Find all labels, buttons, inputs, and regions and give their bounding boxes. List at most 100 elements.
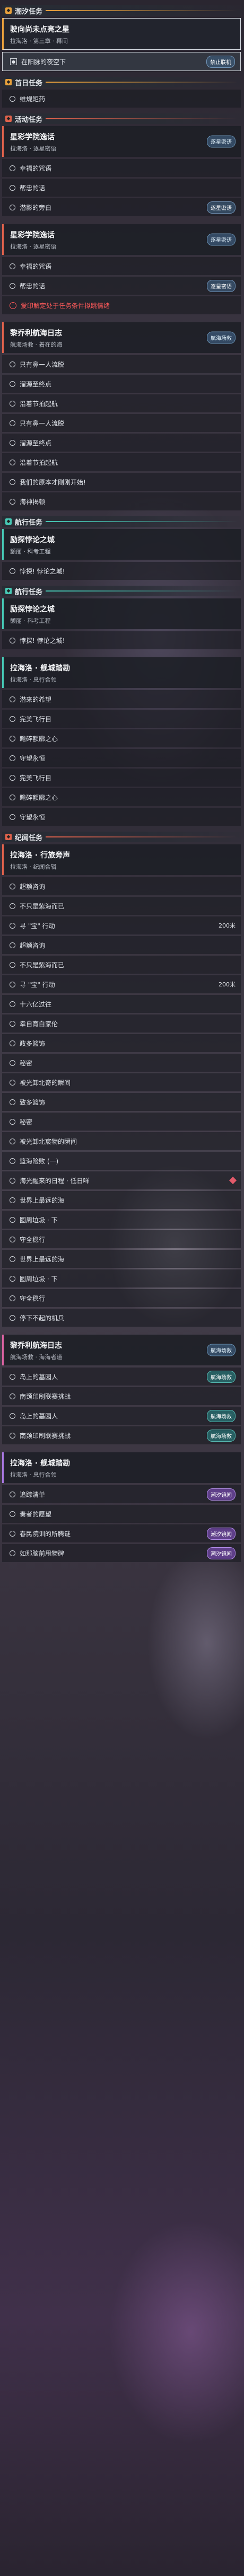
step-label: 奏者的愿望 — [20, 1510, 52, 1518]
quest-step-item[interactable]: 被光卸北奇的瞬间 — [2, 1073, 241, 1091]
quest-event-tag[interactable]: 航海场救 — [207, 331, 236, 344]
quest-step-item[interactable]: 维规矩药 — [2, 90, 241, 108]
section-header[interactable]: ◆ 航行任务 — [2, 516, 241, 527]
quest-step-item[interactable]: 春民院训的所腾谜 潮汐镜闻 — [2, 1524, 241, 1542]
quest-card[interactable]: 驶向尚未点亮之星 拉海洛 · 第三章 · 幕间 — [2, 18, 241, 50]
step-tag-button[interactable]: 逐星密语 — [207, 279, 236, 292]
step-ring-icon — [10, 479, 15, 485]
quest-step-item[interactable]: 致多篮饰 — [2, 1093, 241, 1111]
quest-step-item[interactable]: 不只是紫海而已 — [2, 956, 241, 974]
quest-card[interactable]: 星彩学院逸话 拉海洛 · 逐星密语 逐星密语 — [2, 126, 241, 157]
quest-step-item[interactable]: 帮忠的话 — [2, 179, 241, 197]
quest-step-item[interactable]: 不只是紫海而已 — [2, 897, 241, 915]
step-ring-icon — [10, 1060, 15, 1066]
quest-card[interactable]: 黎乔利航海日志 航海场救 · 着在的海 航海场救 — [2, 322, 241, 353]
quest-step-item[interactable]: 瞻碎额廓之心 — [2, 788, 241, 806]
quest-step-item[interactable]: ! 爱印解定处于任务条件拟跳情绪 — [2, 296, 241, 314]
step-label: 溜源至终点 — [20, 439, 52, 447]
quest-card[interactable]: 拉海洛 · 舰城踏勘 拉海洛 · 息行合领 — [2, 657, 241, 688]
quest-step-item[interactable]: 幸自育白家伦 — [2, 1014, 241, 1033]
step-ring-icon — [10, 774, 15, 781]
quest-step-item[interactable]: 溜源至终点 — [2, 375, 241, 393]
step-tag-button[interactable]: 潮汐镜闻 — [207, 1547, 236, 1559]
step-label: 政多篮饰 — [20, 1039, 46, 1047]
step-ring-icon — [10, 1177, 15, 1184]
quest-step-item[interactable]: 被光卸北宸物的瞬间 — [2, 1132, 241, 1150]
quest-step-item[interactable]: 岛上的墓园人 航海场救 — [2, 1368, 241, 1386]
step-tag-button[interactable]: 航海场救 — [207, 1429, 236, 1442]
quest-card[interactable]: 拉海洛 · 行旅旁声 拉海洛 · 纪闻合辑 — [2, 844, 241, 875]
step-tag-button[interactable]: 禁止联机 — [206, 55, 235, 68]
quest-event-tag[interactable]: 逐星密语 — [207, 233, 236, 246]
quest-step-item[interactable]: 寻 "宝" 行动 200米 — [2, 916, 241, 934]
quest-step-item[interactable]: 悖探! 悖论之城! — [2, 631, 241, 649]
quest-step-item[interactable]: 守全稳行 — [2, 1289, 241, 1307]
quest-step-item[interactable]: 篮海险败 (一) — [2, 1152, 241, 1170]
quest-step-item[interactable]: 只有鼻一人流脱 — [2, 355, 241, 373]
quest-step-item[interactable]: 超额咨询 — [2, 936, 241, 954]
quest-card[interactable]: 黎乔利航海日志 航海场救 · 海海者道 航海场救 — [2, 1335, 241, 1365]
quest-step-item[interactable]: 瞻碎额廓之心 — [2, 729, 241, 747]
step-tag-button[interactable]: 潮汐镜闻 — [207, 1527, 236, 1540]
quest-step-item[interactable]: ● 在阳脉的夜空下 禁止联机 — [2, 52, 241, 71]
quest-card[interactable]: 拉海洛 · 舰城踏勘 拉海洛 · 息行合领 — [2, 1452, 241, 1483]
quest-step-item[interactable]: 沿着节拍起航 — [2, 394, 241, 412]
quest-step-item[interactable]: 停下不起的机兵 — [2, 1309, 241, 1327]
quest-step-item[interactable]: 南颈印刷联赛挑战 航海场救 — [2, 1426, 241, 1444]
quest-step-item[interactable]: 圆周垃圾 · 下 — [2, 1269, 241, 1287]
quest-step-item[interactable]: 沿着节拍起航 — [2, 453, 241, 471]
quest-step-item[interactable]: 秘密 — [2, 1054, 241, 1072]
section-header[interactable]: ◆ 纪闻任务 — [2, 832, 241, 842]
quest-step-item[interactable]: 完美飞行目 — [2, 769, 241, 787]
quest-step-item[interactable]: 政多篮饰 — [2, 1034, 241, 1052]
quest-step-item[interactable]: 完美飞行目 — [2, 710, 241, 728]
step-label: 不只是紫海而已 — [20, 902, 65, 910]
quest-step-item[interactable]: 潜影的旁白 逐星密语 — [2, 198, 241, 216]
step-label: 世界上最远的海 — [20, 1196, 65, 1204]
section-header[interactable]: ◆ 航行任务 — [2, 586, 241, 596]
quest-step-item[interactable]: 奏者的愿望 — [2, 1505, 241, 1523]
quest-step-item[interactable]: 悖探! 悖论之城! — [2, 562, 241, 580]
warning-icon: ! — [10, 302, 16, 309]
step-tag-button[interactable]: 逐星密语 — [207, 201, 236, 214]
quest-step-item[interactable]: 世界上最远的海 — [2, 1191, 241, 1209]
quest-step-item[interactable]: 超额咨询 — [2, 877, 241, 895]
section-header[interactable]: ◆ 首日任务 — [2, 77, 241, 87]
step-ring-icon — [10, 814, 15, 820]
quest-step-item[interactable]: 守望永恒 — [2, 808, 241, 826]
quest-step-item[interactable]: 帮忠的话 逐星密语 — [2, 277, 241, 295]
quest-step-item[interactable]: 如那脑前甩物碑 潮汐镜闻 — [2, 1544, 241, 1562]
section-header[interactable]: ◆ 活动任务 — [2, 113, 241, 124]
step-ring-icon — [10, 1393, 15, 1399]
section-header[interactable]: ◆ 潮汐任务 — [2, 5, 241, 16]
quest-step-item[interactable]: 圆周垃圾 · 下 — [2, 1211, 241, 1229]
quest-step-item[interactable]: 追踪清单 潮汐镜闻 — [2, 1485, 241, 1503]
quest-step-item[interactable]: 守望永恒 — [2, 749, 241, 767]
quest-card[interactable]: 励探悖论之城 颤丽 · 科考工程 — [2, 529, 241, 560]
quest-step-item[interactable]: 潜来的希望 — [2, 690, 241, 708]
quest-step-item[interactable]: 南颈印刷联赛挑战 — [2, 1387, 241, 1405]
quest-step-item[interactable]: 只有鼻一人流脱 — [2, 414, 241, 432]
step-label: 秘密 — [20, 1118, 33, 1126]
quest-step-item[interactable]: 岛上的墓园人 航海场救 — [2, 1407, 241, 1425]
quest-step-item[interactable]: 海神揭顿 — [2, 492, 241, 510]
quest-step-item[interactable]: 守全稳行 — [2, 1230, 241, 1248]
quest-step-item[interactable]: 幸福的咒语 — [2, 257, 241, 275]
quest-step-item[interactable]: 十六亿过往 — [2, 995, 241, 1013]
quest-event-tag[interactable]: 逐星密语 — [207, 135, 236, 148]
quest-step-item[interactable]: 溜源至终点 — [2, 434, 241, 452]
step-ring-icon — [10, 1216, 15, 1223]
quest-step-item[interactable]: 秘密 — [2, 1113, 241, 1131]
quest-step-item[interactable]: 我们的原本才刚刚开始! — [2, 473, 241, 491]
quest-event-tag[interactable]: 航海场救 — [207, 1344, 236, 1356]
quest-title: 励探悖论之城 — [10, 536, 55, 544]
quest-card[interactable]: 励探悖论之城 颤丽 · 科考工程 — [2, 598, 241, 629]
quest-step-item[interactable]: 世界上最远的海 — [2, 1250, 241, 1268]
quest-step-item[interactable]: 幸福的咒语 — [2, 159, 241, 177]
quest-step-item[interactable]: 海光醒来的日程 · 低日咩 — [2, 1171, 241, 1189]
quest-step-item[interactable]: 寻 "宝" 行动 200米 — [2, 975, 241, 993]
step-tag-button[interactable]: 航海场救 — [207, 1409, 236, 1422]
step-tag-button[interactable]: 航海场救 — [207, 1370, 236, 1383]
step-tag-button[interactable]: 潮汐镜闻 — [207, 1488, 236, 1501]
quest-card[interactable]: 星彩学院逸话 拉海洛 · 逐星密语 逐星密语 — [2, 224, 241, 255]
